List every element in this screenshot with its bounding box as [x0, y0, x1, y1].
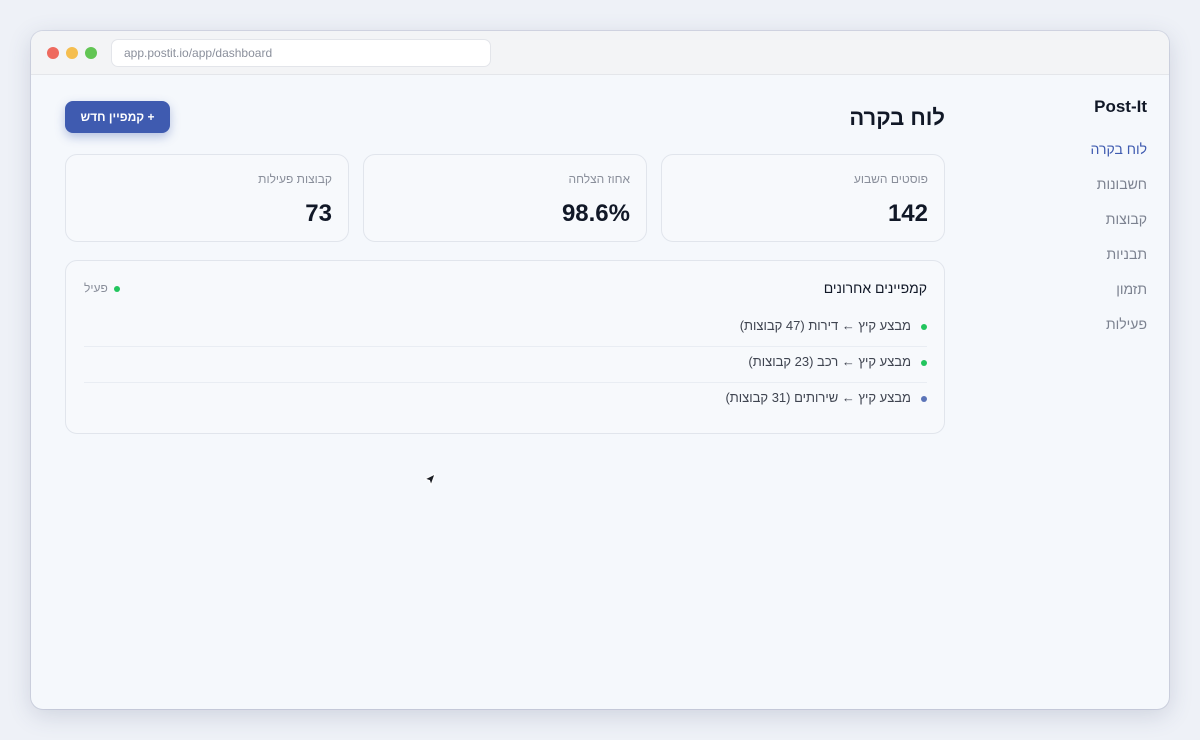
panel-title: קמפיינים אחרונים	[823, 280, 927, 296]
new-campaign-button[interactable]: + קמפיין חדש	[65, 101, 170, 133]
stat-value: 98.6%	[561, 200, 630, 227]
sidebar-item-groups[interactable]: קבוצות	[1047, 209, 1147, 244]
status-dot-icon	[113, 285, 120, 292]
stat-card-active-groups: קבוצות פעילות 73	[65, 154, 349, 242]
sidebar-item-accounts[interactable]: חשבונות	[1047, 174, 1147, 209]
sidebar-item-dashboard[interactable]: לוח בקרה	[1047, 139, 1147, 174]
status-dot-icon	[921, 323, 927, 330]
mouse-cursor-icon	[423, 473, 436, 487]
sidebar-item-schedule[interactable]: תזמון	[1047, 279, 1147, 314]
stat-label: קבוצות פעילות	[258, 172, 332, 186]
minimize-window-button[interactable]	[66, 47, 78, 59]
status-dot-icon	[921, 395, 927, 402]
campaign-name: מבצע קיץ ← דירות (47 קבוצות)	[739, 318, 911, 333]
campaign-name: מבצע קיץ ← רכב (23 קבוצות)	[748, 354, 911, 369]
stat-value: 142	[887, 200, 928, 227]
sidebar: Post-It לוח בקרה חשבונות קבוצות תבניות ת…	[1047, 97, 1147, 349]
stat-card-success-rate: אחוז הצלחה 98.6%	[363, 154, 647, 242]
stat-value: 73	[305, 200, 332, 227]
page-title: לוח בקרה	[849, 105, 945, 130]
status-badge: פעיל	[84, 281, 120, 295]
title-bar: app.postit.io/app/dashboard	[31, 31, 1169, 75]
status-dot-icon	[921, 359, 927, 366]
campaign-row[interactable]: מבצע קיץ ← דירות (47 קבוצות)	[84, 311, 927, 347]
address-bar[interactable]: app.postit.io/app/dashboard	[111, 39, 491, 67]
stat-card-posts: פוסטים השבוע 142	[661, 154, 945, 242]
browser-window: app.postit.io/app/dashboard Post-It לוח …	[31, 31, 1169, 709]
sidebar-item-activity[interactable]: פעילות	[1047, 314, 1147, 349]
campaign-name: מבצע קיץ ← שירותים (31 קבוצות)	[725, 390, 911, 405]
brand-logo: Post-It	[1094, 97, 1147, 116]
sidebar-item-templates[interactable]: תבניות	[1047, 244, 1147, 279]
campaign-row[interactable]: מבצע קיץ ← שירותים (31 קבוצות)	[84, 383, 927, 419]
status-label: פעיל	[84, 281, 108, 295]
stat-label: פוסטים השבוע	[853, 172, 928, 186]
close-window-button[interactable]	[47, 47, 59, 59]
recent-campaigns-panel: קמפיינים אחרונים פעיל מבצע קיץ ← דירות (…	[65, 260, 945, 434]
stat-label: אחוז הצלחה	[568, 172, 630, 186]
maximize-window-button[interactable]	[85, 47, 97, 59]
campaign-row[interactable]: מבצע קיץ ← רכב (23 קבוצות)	[84, 347, 927, 383]
